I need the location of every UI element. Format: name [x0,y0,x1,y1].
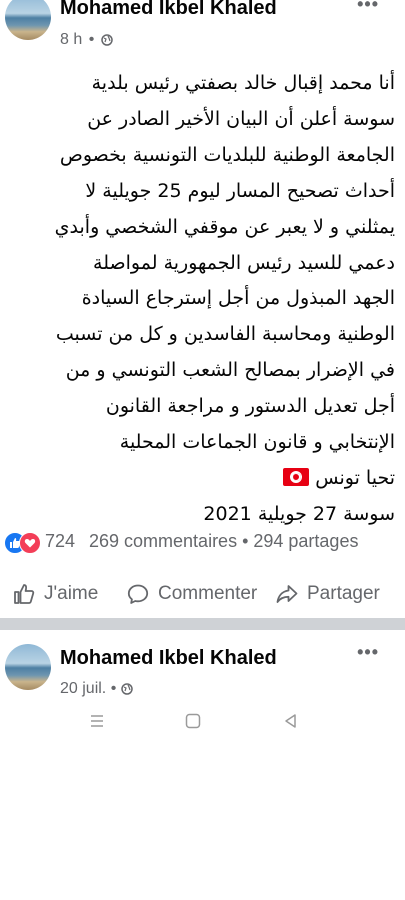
like-button[interactable]: J'aime [12,582,98,606]
post-line: أحداث تصحيح المسار ليوم 25 جويلية لا [85,179,395,202]
back-icon[interactable] [283,713,299,729]
post-line: دعمي للسيد رئيس الجمهورية لمواصلة [93,251,395,274]
post-line: أجل تعديل الدستور و مراجعة القانون [105,395,395,418]
post-signature: سوسة 27 جويلية 2021 [203,502,395,525]
post-author[interactable]: Mohamed Ikbel Khaled [60,0,277,20]
post-line: أنا محمد إقبال خالد بصفتي رئيس بلدية [91,72,395,94]
meta-separator: • [110,680,117,697]
like-label: J'aime [44,583,99,604]
post-line: الوطنية ومحاسبة الفاسدين و كل من تسبب [55,323,395,346]
post-line: الجهد المبذول من أجل إسترجاع السيادة [81,287,395,310]
post-meta: 20 juil. • [60,680,133,698]
share-label: Partager [307,583,380,604]
post-header: Mohamed Ikbel Khaled 8 h • ••• [0,0,405,56]
post-header: Mohamed Ikbel Khaled 20 juil. • ••• [0,630,405,700]
post-actions: J'aime Commenter Partager [0,572,405,616]
comment-icon [127,584,149,604]
more-options-button[interactable]: ••• [357,642,379,663]
post-line: الجامعة الوطنية للبلديات التونسية بخصوص [59,143,395,166]
home-icon[interactable] [185,713,201,729]
post-line: في الإضرار بمصالح الشعب التونسي و من [65,359,395,382]
reaction-count[interactable]: 724 [45,531,75,552]
globe-icon [101,34,113,46]
post-closing-line: تحيا تونس [8,461,395,497]
reaction-icons [4,532,44,554]
recent-apps-icon[interactable] [89,713,105,729]
comments-shares-count[interactable]: 269 commentaires • 294 partages [89,531,358,552]
heart-icon [19,532,41,554]
comment-label: Commenter [158,583,258,604]
meta-separator: • [88,31,95,48]
more-options-button[interactable]: ••• [357,0,379,15]
post-text: أنا محمد إقبال خالد بصفتي رئيس بلدية سوس… [8,66,395,533]
reactions-summary[interactable]: 724 269 commentaires • 294 partages [4,530,404,556]
share-button[interactable]: Partager [275,582,380,606]
post-author[interactable]: Mohamed Ikbel Khaled [60,647,277,670]
thumbs-up-icon [14,584,35,604]
avatar[interactable] [5,0,51,40]
post-meta: 8 h • [60,31,113,49]
post-line: يمثلني و لا يعبر عن موقفي الشخصي وأبدي [54,215,395,238]
avatar[interactable] [5,644,51,690]
comment-button[interactable]: Commenter [126,582,257,606]
post-time[interactable]: 8 h [60,31,82,48]
facebook-feed: Mohamed Ikbel Khaled 8 h • ••• أنا محمد … [0,0,405,900]
feed-separator [0,618,405,630]
tunisia-flag-icon [283,467,310,486]
post-closing: تحيا تونس [315,466,395,489]
post-line: الإنتخابي و قانون الجماعات المحلية [119,431,395,454]
system-navigation-bar [0,697,405,745]
post-time[interactable]: 20 juil. [60,680,106,697]
globe-icon [121,683,133,695]
post-line: سوسة أعلن أن البيان الأخير الصادر عن [87,107,395,130]
share-icon [276,585,298,603]
